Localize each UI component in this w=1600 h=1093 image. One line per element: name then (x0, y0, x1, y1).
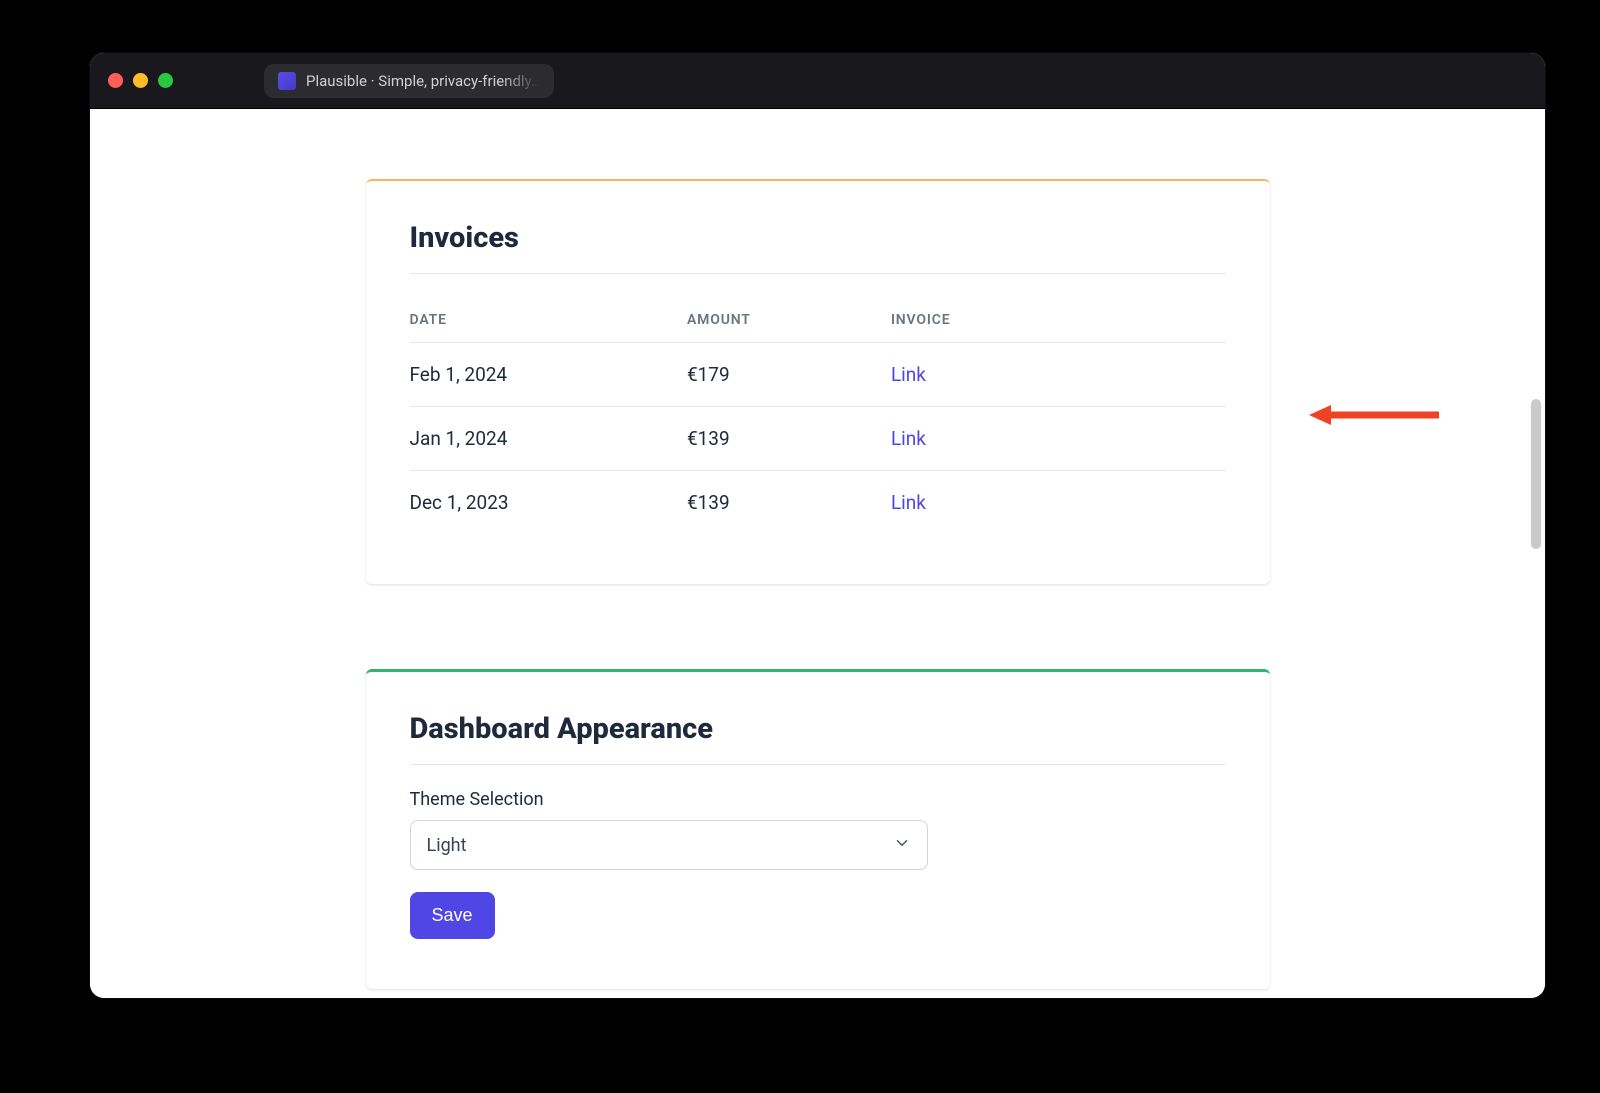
cell-date: Feb 1, 2024 (410, 343, 687, 407)
col-header-amount: AMOUNT (687, 298, 891, 343)
browser-window: Plausible · Simple, privacy-friendly… In… (90, 53, 1545, 998)
table-row: Jan 1, 2024 €139 Link (410, 407, 1226, 471)
invoice-link[interactable]: Link (891, 427, 926, 450)
col-header-date: DATE (410, 298, 687, 343)
theme-select-value: Light (427, 835, 467, 856)
window-controls (108, 73, 173, 88)
invoices-table: DATE AMOUNT INVOICE Feb 1, 2024 €179 Lin… (410, 298, 1226, 534)
theme-select[interactable]: Light (410, 820, 928, 870)
page-content: Invoices DATE AMOUNT INVOICE Feb 1, 2024 (90, 109, 1545, 998)
save-button[interactable]: Save (410, 892, 495, 939)
divider (410, 764, 1226, 765)
titlebar: Plausible · Simple, privacy-friendly… (90, 53, 1545, 109)
table-row: Feb 1, 2024 €179 Link (410, 343, 1226, 407)
invoice-link[interactable]: Link (891, 491, 926, 514)
cell-date: Dec 1, 2023 (410, 471, 687, 535)
browser-tab-active[interactable]: Plausible · Simple, privacy-friendly… (264, 64, 554, 98)
close-window-button[interactable] (108, 73, 123, 88)
cell-amount: €179 (687, 343, 891, 407)
cell-amount: €139 (687, 407, 891, 471)
theme-selection-label: Theme Selection (410, 789, 1226, 810)
zoom-window-button[interactable] (158, 73, 173, 88)
appearance-title: Dashboard Appearance (410, 712, 1226, 746)
invoices-card: Invoices DATE AMOUNT INVOICE Feb 1, 2024 (366, 179, 1270, 584)
scrollbar-thumb[interactable] (1531, 399, 1541, 549)
table-row: Dec 1, 2023 €139 Link (410, 471, 1226, 535)
cell-amount: €139 (687, 471, 891, 535)
chevron-down-icon (893, 834, 911, 857)
browser-tab-title: Plausible · Simple, privacy-friendly… (306, 72, 540, 90)
invoices-title: Invoices (410, 221, 1226, 255)
plausible-favicon-icon (278, 72, 296, 90)
annotation-arrow-icon (1309, 403, 1439, 431)
divider (410, 273, 1226, 274)
minimize-window-button[interactable] (133, 73, 148, 88)
cell-date: Jan 1, 2024 (410, 407, 687, 471)
appearance-card: Dashboard Appearance Theme Selection Lig… (366, 669, 1270, 989)
col-header-invoice: INVOICE (891, 298, 1226, 343)
invoice-link[interactable]: Link (891, 363, 926, 386)
